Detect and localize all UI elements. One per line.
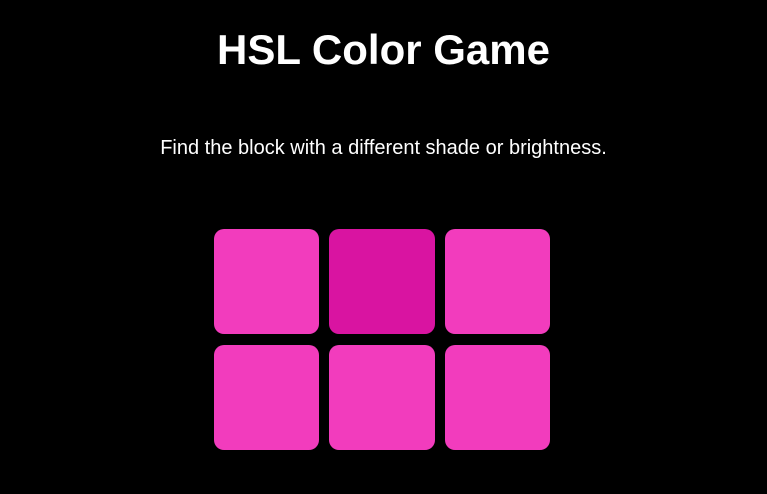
color-block[interactable] bbox=[214, 229, 319, 334]
color-block-grid bbox=[214, 229, 550, 450]
color-block[interactable] bbox=[329, 345, 435, 450]
game-title: HSL Color Game bbox=[217, 26, 550, 73]
color-block[interactable] bbox=[214, 345, 319, 450]
color-block[interactable] bbox=[445, 345, 550, 450]
color-block[interactable] bbox=[329, 229, 435, 334]
game-instructions: Find the block with a different shade or… bbox=[160, 137, 607, 159]
color-block[interactable] bbox=[445, 229, 550, 334]
